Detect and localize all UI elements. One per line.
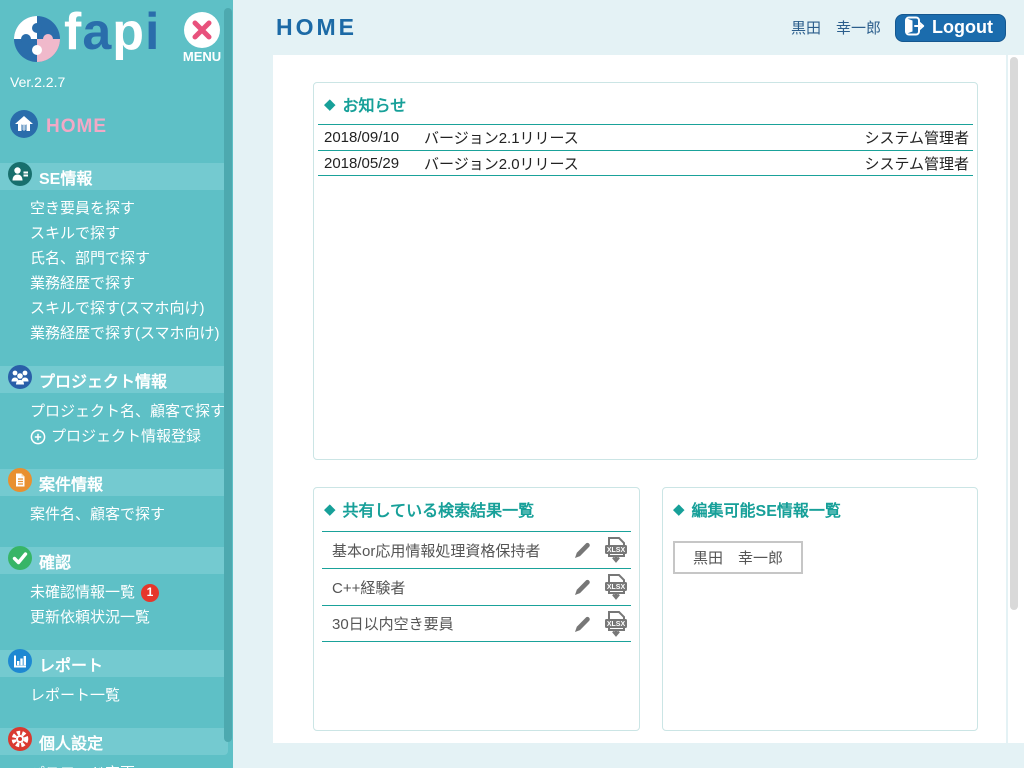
sidebar-item[interactable]: プロジェクト情報登録 xyxy=(0,424,233,449)
xlsx-download-icon[interactable]: XLSX xyxy=(601,536,631,564)
content-panel: ◆ お知らせ 2018/09/10 バージョン2.1リリース システム管理者 2… xyxy=(273,55,1006,743)
sidebar-item[interactable]: レポート一覧 xyxy=(0,683,233,708)
check-icon xyxy=(8,546,32,575)
unconfirmed-count-badge: 1 xyxy=(141,584,159,602)
diamond-icon: ◆ xyxy=(324,500,336,518)
edit-pencil-icon[interactable] xyxy=(571,539,593,561)
main-header: HOME 黒田 幸一郎 Logout xyxy=(273,0,1006,55)
bar-chart-icon xyxy=(8,649,32,678)
logged-in-user-name: 黒田 幸一郎 xyxy=(791,17,881,38)
app-logo-text: fapi xyxy=(64,2,160,62)
sidebar-item[interactable]: 未確認情報一覧 1 xyxy=(0,580,233,605)
sidebar-item[interactable]: 業務経歴で探す xyxy=(0,271,233,296)
sidebar-item[interactable]: パスワード変更 xyxy=(0,761,233,768)
shared-result-label[interactable]: 30日以内空き要員 xyxy=(322,613,454,634)
menu-label: MENU xyxy=(181,49,223,64)
sidebar-item[interactable]: 更新依頼状況一覧 xyxy=(0,605,233,630)
notice-date: 2018/09/10 xyxy=(318,129,424,146)
editable-se-item[interactable]: 黒田 幸一郎 xyxy=(673,541,803,574)
notice-row[interactable]: 2018/09/10 バージョン2.1リリース システム管理者 xyxy=(318,124,973,150)
person-icon xyxy=(8,162,32,191)
notices-box: ◆ お知らせ 2018/09/10 バージョン2.1リリース システム管理者 2… xyxy=(313,82,978,460)
main-scrollbar-thumb[interactable] xyxy=(1010,57,1018,610)
shared-results-box: ◆ 共有している検索結果一覧 基本or応用情報処理資格保持者 xyxy=(313,487,640,731)
svg-text:XLSX: XLSX xyxy=(607,547,626,554)
gear-icon xyxy=(8,727,32,756)
shared-result-label[interactable]: C++経験者 xyxy=(322,577,405,598)
diamond-icon: ◆ xyxy=(324,95,336,113)
sidebar-home-label: HOME xyxy=(46,116,107,138)
shared-result-row: 30日以内空き要員 XLSX xyxy=(322,605,631,642)
app-root: fapi MENU Ver.2.2.7 HOME xyxy=(0,0,1024,768)
diamond-icon: ◆ xyxy=(673,500,685,518)
sidebar-section-case: 案件情報 案件名、顧客で探す xyxy=(0,469,233,527)
sidebar-item[interactable]: 氏名、部門で探す xyxy=(0,246,233,271)
sidebar-section-project: プロジェクト情報 プロジェクト名、顧客で探す プロジェクト情報登録 xyxy=(0,366,233,449)
svg-text:XLSX: XLSX xyxy=(607,584,626,591)
sidebar-item[interactable]: 業務経歴で探す(スマホ向け) xyxy=(0,321,233,346)
main-scrollbar-track[interactable] xyxy=(1008,55,1024,743)
logout-label: Logout xyxy=(932,17,993,38)
shared-results-title: ◆ 共有している検索結果一覧 xyxy=(314,488,639,527)
notice-author: システム管理者 xyxy=(864,127,973,148)
fapi-puzzle-logo-icon xyxy=(12,14,62,64)
edit-pencil-icon[interactable] xyxy=(571,613,593,635)
notice-author: システム管理者 xyxy=(864,153,973,174)
notices-table: 2018/09/10 バージョン2.1リリース システム管理者 2018/05/… xyxy=(318,124,973,176)
people-icon xyxy=(8,365,32,394)
shared-results-table: 基本or応用情報処理資格保持者 XLSX xyxy=(322,531,631,642)
sidebar-section-header-se: SE情報 xyxy=(0,163,228,190)
logout-button[interactable]: Logout xyxy=(895,14,1006,42)
shared-result-row: 基本or応用情報処理資格保持者 XLSX xyxy=(322,531,631,568)
sidebar-section-settings: 個人設定 パスワード変更 xyxy=(0,728,233,768)
notice-text: バージョン2.1リリース xyxy=(424,127,864,148)
sidebar-section-confirm: 確認 未確認情報一覧 1 更新依頼状況一覧 xyxy=(0,547,233,630)
shared-result-label[interactable]: 基本or応用情報処理資格保持者 xyxy=(322,540,540,561)
home-icon xyxy=(10,110,38,143)
sidebar-section-header-report: レポート xyxy=(0,650,228,677)
sidebar-item[interactable]: 案件名、顧客で探す xyxy=(0,502,233,527)
notice-row[interactable]: 2018/05/29 バージョン2.0リリース システム管理者 xyxy=(318,150,973,176)
sidebar-section-header-settings: 個人設定 xyxy=(0,728,228,755)
notice-text: バージョン2.0リリース xyxy=(424,153,864,174)
page-title: HOME xyxy=(276,14,357,41)
close-icon[interactable] xyxy=(184,12,220,48)
logout-door-icon xyxy=(904,16,926,39)
svg-text:XLSX: XLSX xyxy=(607,621,626,628)
notices-title: ◆ お知らせ xyxy=(314,83,977,122)
document-icon xyxy=(8,468,32,497)
sidebar-section-se: SE情報 空き要員を探す スキルで探す 氏名、部門で探す 業務経歴で探す スキル… xyxy=(0,163,233,346)
sidebar-section-header-project: プロジェクト情報 xyxy=(0,366,228,393)
user-area: 黒田 幸一郎 Logout xyxy=(791,14,1006,42)
sidebar-section-report: レポート レポート一覧 xyxy=(0,650,233,708)
logo-row: fapi MENU xyxy=(0,0,233,66)
sidebar-item[interactable]: 空き要員を探す xyxy=(0,196,233,221)
sidebar-item[interactable]: スキルで探す(スマホ向け) xyxy=(0,296,233,321)
sidebar: fapi MENU Ver.2.2.7 HOME xyxy=(0,0,233,768)
sidebar-item-home[interactable]: HOME xyxy=(10,110,233,143)
sidebar-item[interactable]: スキルで探す xyxy=(0,221,233,246)
menu-close-button[interactable]: MENU xyxy=(181,12,223,64)
edit-pencil-icon[interactable] xyxy=(571,576,593,598)
notice-date: 2018/05/29 xyxy=(318,155,424,172)
xlsx-download-icon[interactable]: XLSX xyxy=(601,573,631,601)
xlsx-download-icon[interactable]: XLSX xyxy=(601,610,631,638)
sidebar-section-header-case: 案件情報 xyxy=(0,469,228,496)
shared-result-row: C++経験者 XLSX xyxy=(322,568,631,605)
editable-se-box: ◆ 編集可能SE情報一覧 黒田 幸一郎 xyxy=(662,487,978,731)
sidebar-item[interactable]: プロジェクト名、顧客で探す xyxy=(0,399,233,424)
sidebar-section-header-confirm: 確認 xyxy=(0,547,228,574)
editable-se-title: ◆ 編集可能SE情報一覧 xyxy=(663,488,977,527)
app-version: Ver.2.2.7 xyxy=(10,74,233,90)
plus-circle-icon xyxy=(30,429,46,445)
sidebar-scrollbar[interactable] xyxy=(224,8,232,742)
